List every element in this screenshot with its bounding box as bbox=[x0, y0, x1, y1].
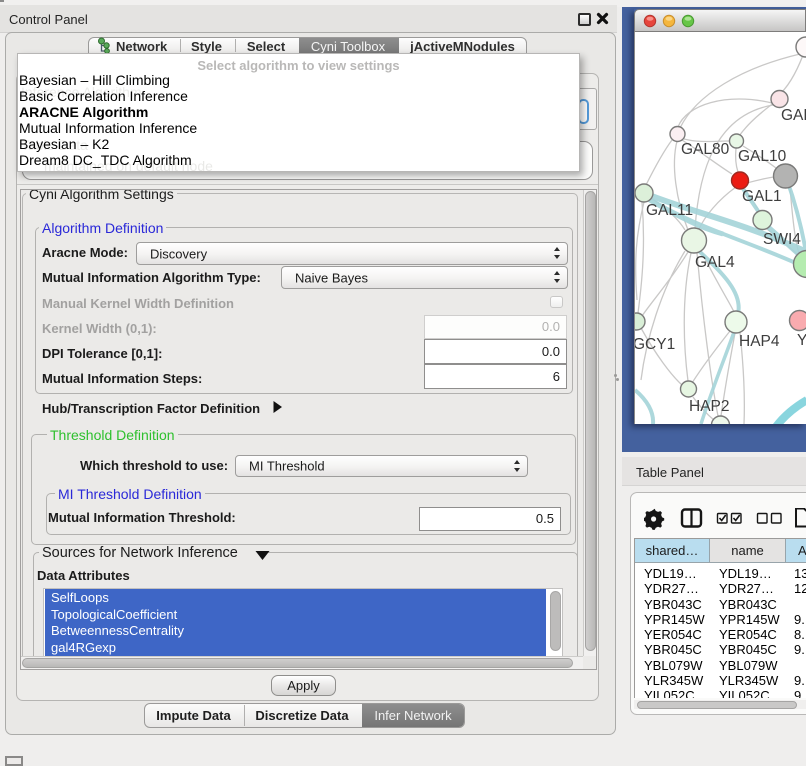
svg-text:HAP2: HAP2 bbox=[689, 398, 730, 415]
svg-text:GAL11: GAL11 bbox=[646, 202, 693, 219]
svg-text:GAL4: GAL4 bbox=[695, 254, 735, 271]
svg-text:SWI4: SWI4 bbox=[763, 231, 801, 248]
svg-text:GCY1: GCY1 bbox=[634, 336, 675, 353]
svg-text:GAL80: GAL80 bbox=[681, 141, 730, 158]
svg-text:GAL7: GAL7 bbox=[781, 107, 806, 124]
svg-text:HAP4: HAP4 bbox=[739, 333, 780, 350]
svg-text:GAL1: GAL1 bbox=[742, 188, 782, 205]
svg-text:YEL: YEL bbox=[797, 332, 806, 349]
svg-text:GAL10: GAL10 bbox=[738, 148, 787, 165]
